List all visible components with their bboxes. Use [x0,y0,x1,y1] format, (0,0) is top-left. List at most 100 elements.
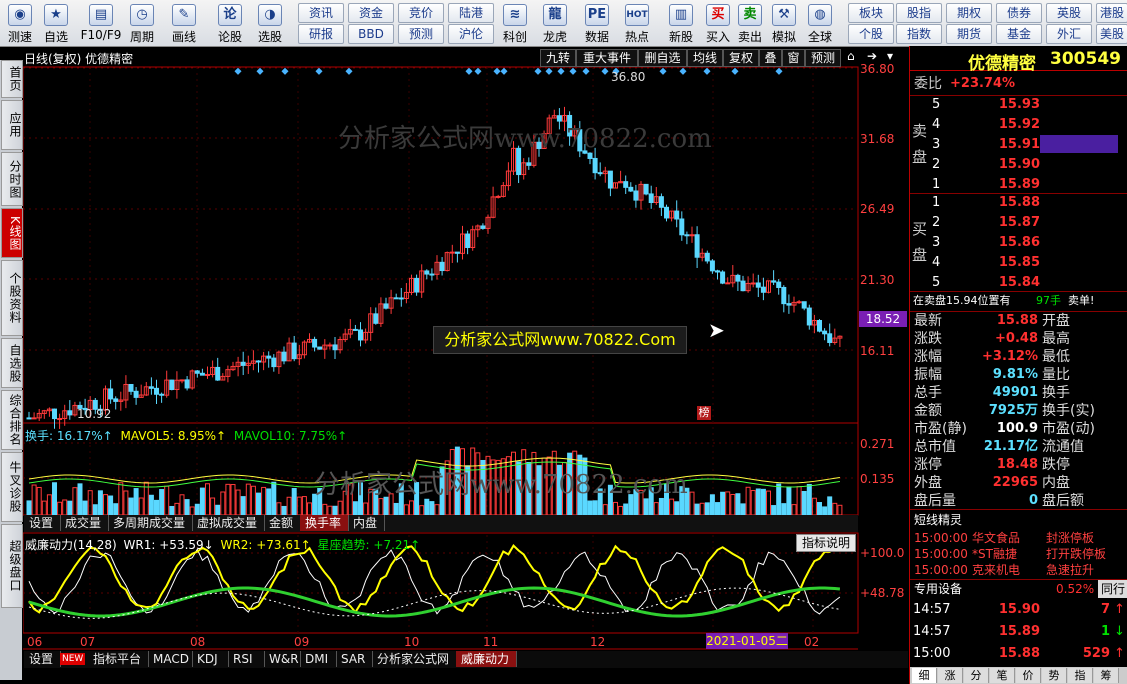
rank-badge[interactable]: 榜 [697,406,711,420]
indicator-tab-9[interactable]: 威廉动力 [456,651,517,667]
asks-row[interactable]: 3 15.91 [910,136,1127,154]
toolbar-button-1[interactable]: ★ 自选 [38,2,74,44]
bids-row[interactable]: 3 15.86 [910,234,1127,252]
stat-row-1: 涨跌 +0.48 最高 [910,330,1127,348]
market-tab-top-1[interactable]: 股指 [896,3,942,23]
indicator-tab-7[interactable]: SAR [336,651,373,667]
left-tab-6[interactable]: 综合排名 [1,390,23,450]
toolbar-big-button-1[interactable]: 龍龙虎 [536,2,574,44]
asks-row[interactable]: 1 15.89 [910,176,1127,194]
market-tab-top-5[interactable]: 港股 [1096,3,1127,23]
indicator-tab-5[interactable]: W&R [264,651,301,667]
market-tab-bottom-3[interactable]: 基金 [996,24,1042,44]
left-tab-4[interactable]: 个股资料 [1,260,23,336]
quick-tab-top-3[interactable]: 陆港 [448,3,494,23]
indicator-tab-3[interactable]: KDJ [192,651,229,667]
toolbar-big-button-5[interactable]: 买买入 [702,2,734,44]
panel-tab-4[interactable]: 价 [1016,668,1041,683]
panel-tab-1[interactable]: 涨 [938,668,963,683]
toolbar-big-button-0[interactable]: ≋ 科创 [496,2,534,44]
toolbar-button-3[interactable]: ◷ 周期 [124,2,160,44]
toolbar-big-button-4[interactable]: ▥ 新股 [662,2,700,44]
toolbar-button-0[interactable]: ◉ 测速 [2,2,38,44]
quick-tab-top-1[interactable]: 资金 [348,3,394,23]
quick-tab-bottom-0[interactable]: 研报 [298,24,344,44]
indicator-tab-8[interactable]: 分析家公式网 [372,651,457,667]
quick-tab-top-0[interactable]: 资讯 [298,3,344,23]
peer-button[interactable]: 同行 [1098,580,1127,598]
toolbar-big-button-7[interactable]: ⚒ 模拟 [768,2,800,44]
toolbar-button-5[interactable]: 论论股 [212,2,248,44]
chart-header-button-1[interactable]: 重大事件 [576,49,638,67]
elf-row-0[interactable]: 15:00:00 华文食品 封涨停板 [910,530,1127,546]
left-tab-7[interactable]: 牛叉诊股 [1,452,23,522]
indicator-tab-4[interactable]: RSI [228,651,265,667]
volume-tab-6[interactable]: 内盘 [348,515,385,531]
indicator-tab-1[interactable]: 指标平台 [88,651,149,667]
toolbar-button-4[interactable]: ✎ 画线 [166,2,202,44]
bids-row[interactable]: 2 15.87 [910,214,1127,232]
volume-tab-0[interactable]: 设置 [24,515,61,531]
volume-tab-3[interactable]: 虚拟成交量 [192,515,265,531]
left-tab-3[interactable]: K线图 [1,208,23,258]
elf-row-1[interactable]: 15:00:00 *ST融捷 打开跌停板 [910,546,1127,562]
chart-header-button-0[interactable]: 九转 [540,49,576,67]
market-tab-bottom-2[interactable]: 期货 [946,24,992,44]
chart-header-button-2[interactable]: 删自选 [638,49,687,67]
market-tab-bottom-5[interactable]: 美股 [1096,24,1127,44]
asks-row[interactable]: 2 15.90 [910,156,1127,174]
asks-row[interactable]: 4 15.92 [910,116,1127,134]
panel-tab-0[interactable]: 细 [912,668,937,683]
panel-tab-7[interactable]: 筹 [1094,668,1119,683]
arrow-icon[interactable]: ➔ [867,49,883,63]
elf-row-2[interactable]: 15:00:00 克来机电 急速拉升 [910,562,1127,578]
bids-row[interactable]: 1 15.88 [910,194,1127,212]
toolbar-big-button-2[interactable]: PE 数据 [578,2,616,44]
toolbar-button-6[interactable]: ◑ 选股 [252,2,288,44]
panel-tab-3[interactable]: 笔 [990,668,1015,683]
chart-header-button-4[interactable]: 复权 [723,49,759,67]
indicator-tab-6[interactable]: DMI [300,651,337,667]
asks-row[interactable]: 5 15.93 [910,96,1127,114]
volume-tab-4[interactable]: 金额 [264,515,301,531]
left-tab-5[interactable]: 自选股 [1,338,23,388]
indicator-tab-2[interactable]: MACD [148,651,193,667]
panel-tab-6[interactable]: 指 [1068,668,1093,683]
toolbar-big-button-8[interactable]: ◍ 全球 [804,2,836,44]
dropdown-icon[interactable]: ▾ [887,49,901,63]
quick-tab-bottom-1[interactable]: BBD [348,24,394,44]
market-tab-bottom-4[interactable]: 外汇 [1046,24,1092,44]
market-tab-bottom-0[interactable]: 个股 [848,24,894,44]
toolbar-big-button-3[interactable]: HOT 热点 [618,2,656,44]
left-tab-8[interactable]: 超级盘口 [1,524,23,608]
panel-tab-2[interactable]: 分 [964,668,989,683]
toolbar-big-button-6[interactable]: 卖卖出 [734,2,766,44]
volume-tab-1[interactable]: 成交量 [60,515,109,531]
quick-tab-bottom-2[interactable]: 预测 [398,24,444,44]
sector-row[interactable]: 专用设备 0.52% 同行 [910,580,1127,598]
volume-tab-5[interactable]: 换手率 [300,515,349,531]
left-tab-2[interactable]: 分时图 [1,152,23,206]
volume-tab-2[interactable]: 多周期成交量 [108,515,193,531]
market-tab-top-3[interactable]: 债券 [996,3,1042,23]
indicator-tab-0[interactable]: 设置 [24,651,61,667]
left-tab-0[interactable]: 首页 [1,60,23,98]
quick-tab-bottom-3[interactable]: 沪伦 [448,24,494,44]
market-tab-top-0[interactable]: 板块 [848,3,894,23]
left-tab-1[interactable]: 应用 [1,100,23,150]
chart-header-button-3[interactable]: 均线 [687,49,723,67]
indicator-help-button[interactable]: 指标说明 [796,534,856,552]
toolbar-button-2[interactable]: ▤ F10/F9 [80,2,122,44]
bids-row[interactable]: 5 15.84 [910,274,1127,292]
bids-row[interactable]: 4 15.85 [910,254,1127,272]
market-tab-top-2[interactable]: 期权 [946,3,992,23]
quick-tab-top-2[interactable]: 竞价 [398,3,444,23]
chart-header-button-6[interactable]: 窗 [782,49,805,67]
chart-header-button-7[interactable]: 预测 [805,49,841,67]
market-tab-bottom-1[interactable]: 指数 [896,24,942,44]
market-tab-top-4[interactable]: 英股 [1046,3,1092,23]
book-price: 15.90 [998,157,1040,172]
chart-header-button-5[interactable]: 叠 [759,49,782,67]
lock-icon[interactable]: ⌂ [847,49,863,63]
panel-tab-5[interactable]: 势 [1042,668,1067,683]
